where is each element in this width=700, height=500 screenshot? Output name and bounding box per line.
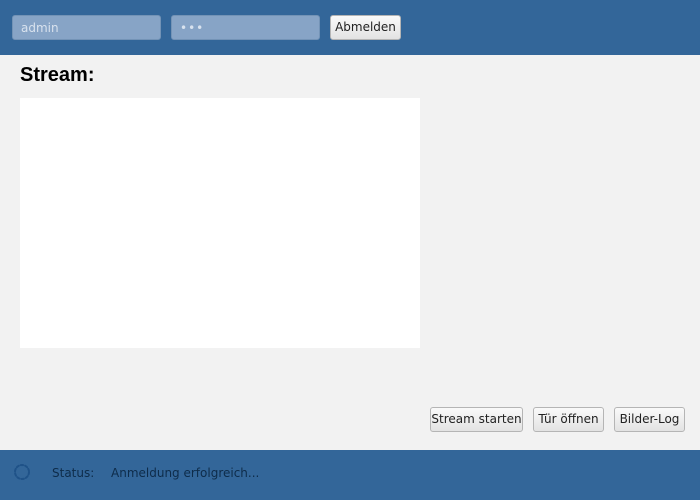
open-door-button[interactable]: Tür öffnen <box>533 407 604 432</box>
status-bar <box>0 450 700 500</box>
password-input[interactable] <box>171 15 320 40</box>
logout-button[interactable]: Abmelden <box>330 15 401 40</box>
status-label: Status: <box>52 466 95 480</box>
loading-spinner-icon <box>14 464 30 480</box>
stream-view <box>20 98 420 348</box>
start-stream-button[interactable]: Stream starten <box>430 407 523 432</box>
image-log-button[interactable]: Bilder-Log <box>614 407 685 432</box>
stream-title: Stream: <box>20 64 95 86</box>
login-toolbar: Abmelden <box>0 0 700 55</box>
username-input[interactable] <box>12 15 161 40</box>
status-message: Anmeldung erfolgreich... <box>111 466 260 480</box>
